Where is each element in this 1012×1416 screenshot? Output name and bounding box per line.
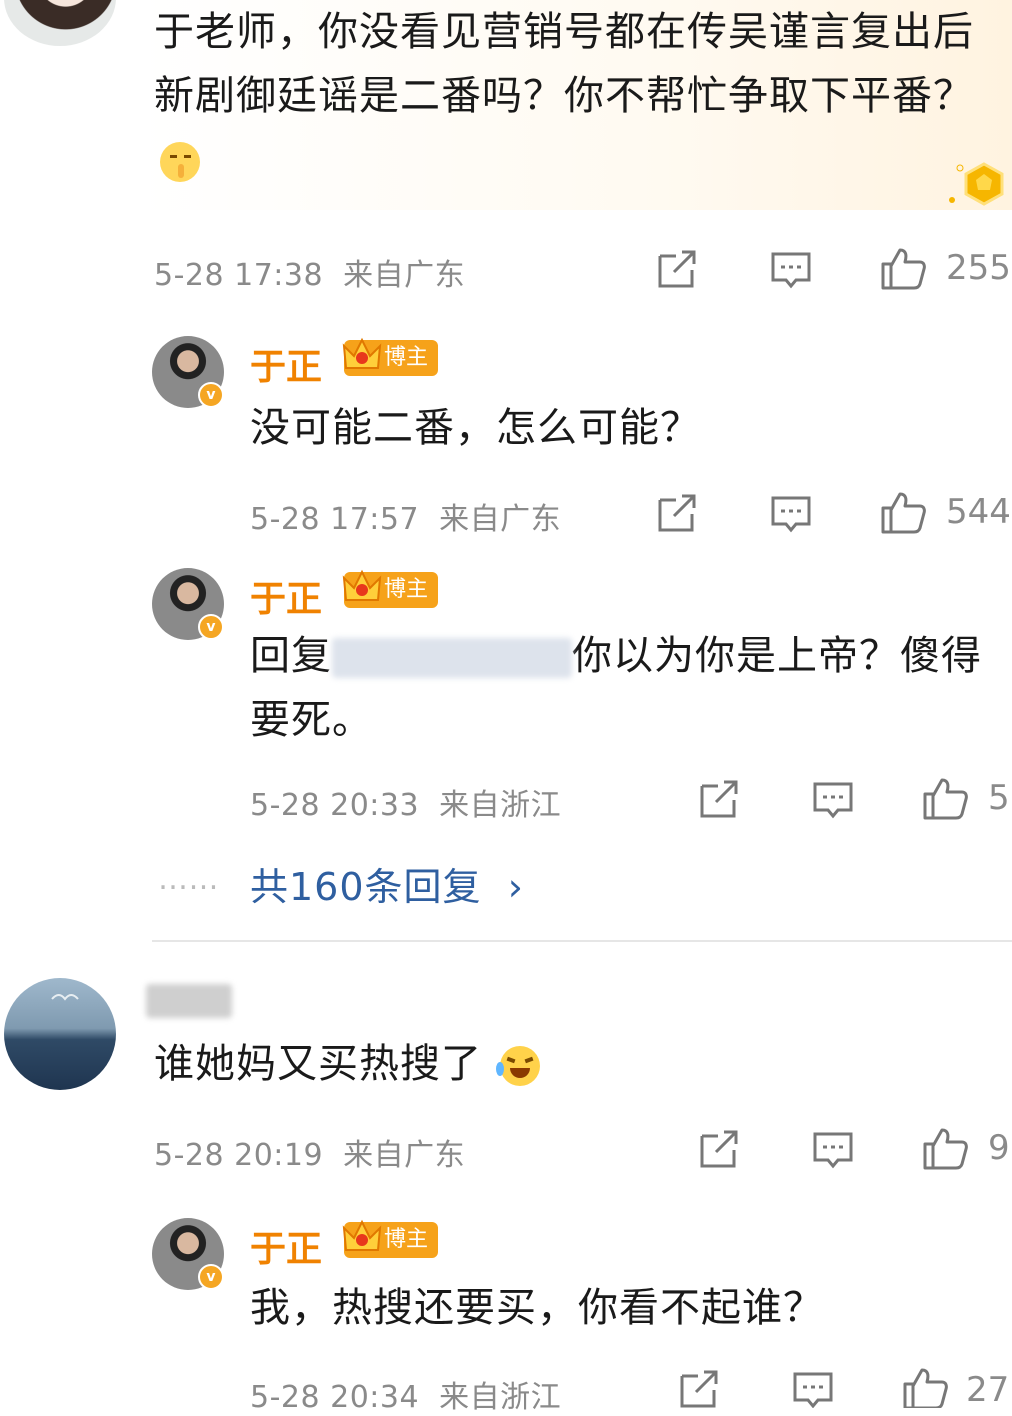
crown-icon [342, 569, 382, 601]
verified-icon: v [198, 1264, 224, 1290]
more-replies-dots: …… [158, 862, 219, 897]
crown-icon [342, 1219, 382, 1251]
commenter-avatar[interactable] [4, 0, 116, 46]
blogger-badge: 博主 [342, 569, 439, 608]
like-icon[interactable] [902, 1366, 948, 1408]
reply-text: 我，热搜还要买，你看不起谁？ [250, 1285, 824, 1331]
reply-username[interactable]: 于正 [250, 338, 322, 390]
like-count: 544 [946, 492, 1011, 532]
reply-username[interactable]: 于正 [250, 570, 322, 622]
reply-username[interactable]: 于正 [250, 1220, 322, 1272]
like-count: 9 [988, 1128, 1010, 1168]
forward-icon[interactable] [698, 780, 740, 820]
chevron-right-icon: › [507, 865, 524, 909]
verified-icon: v [198, 382, 224, 408]
comment-icon[interactable] [812, 780, 854, 820]
comment-text: 谁她妈又买热搜了 [154, 1032, 540, 1096]
reply-text: 没可能二番，怎么可能？ [250, 405, 701, 451]
laugh-cry-emoji-icon [495, 1046, 540, 1086]
top-comment-meta: 5-28 17:38 来自广东 [154, 258, 466, 293]
forward-icon[interactable] [656, 494, 698, 534]
comment-meta: 5-28 20:19 来自广东 [154, 1138, 466, 1173]
blurred-mention[interactable] [332, 638, 572, 678]
like-count: 255 [946, 248, 1011, 288]
reply-text: 回复 你以为你是上帝？傻得要死。 [250, 633, 982, 743]
more-replies-link[interactable]: 共160条回复 › [250, 856, 524, 911]
medal-icon [946, 160, 1006, 210]
reply-meta: 5-28 17:57 来自广东 [250, 502, 562, 537]
crown-icon [342, 337, 382, 369]
reply-meta: 5-28 20:33 来自浙江 [250, 788, 562, 823]
verified-icon: v [198, 614, 224, 640]
like-icon[interactable] [880, 490, 926, 534]
blogger-badge: 博主 [342, 1219, 439, 1258]
comment-icon[interactable] [770, 250, 812, 290]
divider [152, 940, 1012, 942]
like-icon[interactable] [922, 776, 968, 820]
reply-meta: 5-28 20:34 来自浙江 [250, 1380, 562, 1415]
like-count: 27 [966, 1370, 1010, 1410]
forward-icon[interactable] [698, 1130, 740, 1170]
forward-icon[interactable] [678, 1370, 720, 1408]
comment-icon[interactable] [792, 1370, 834, 1408]
forward-icon[interactable] [656, 250, 698, 290]
bird-icon [50, 990, 80, 1004]
shush-emoji-icon [160, 142, 200, 182]
comment-icon[interactable] [770, 494, 812, 534]
like-icon[interactable] [880, 246, 926, 290]
comment-icon[interactable] [812, 1130, 854, 1170]
blurred-username[interactable] [146, 984, 232, 1018]
like-icon[interactable] [922, 1126, 968, 1170]
blogger-badge: 博主 [342, 337, 439, 376]
like-count: 5 [988, 778, 1010, 818]
top-comment-text: 于老师，你没看见营销号都在传吴谨言复出后新剧御廷谣是二番吗？你不帮忙争取下平番？ [154, 0, 984, 192]
